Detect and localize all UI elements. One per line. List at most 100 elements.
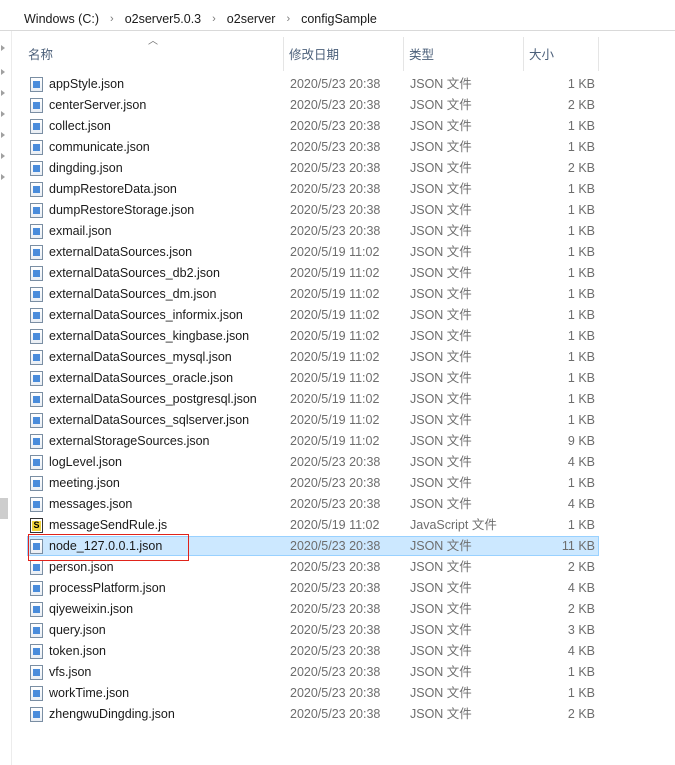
json-file-icon xyxy=(30,140,43,155)
file-row[interactable]: externalDataSources_informix.json 2020/5/… xyxy=(27,305,599,325)
file-type: JSON 文件 xyxy=(410,245,472,259)
breadcrumb-item[interactable]: o2server5.0.3 xyxy=(123,12,203,26)
column-header-type[interactable]: 类型 xyxy=(409,45,434,65)
column-divider[interactable] xyxy=(403,37,404,71)
file-row[interactable]: qiyeweixin.json 2020/5/23 20:38 JSON 文件 2 K… xyxy=(27,599,599,619)
file-row[interactable]: exmail.json 2020/5/23 20:38 JSON 文件 1 KB xyxy=(27,221,599,241)
javascript-file-icon xyxy=(30,518,43,533)
address-bar[interactable]: Windows (C:) › o2server5.0.3 › o2server › conf… xyxy=(0,0,675,31)
file-name: externalDataSources_sqlserver.json xyxy=(49,413,250,427)
file-size: 1 KB xyxy=(567,77,595,91)
file-size: 2 KB xyxy=(567,707,595,721)
json-file-icon xyxy=(30,707,43,722)
file-row[interactable]: externalDataSources_kingbase.json 2020/5/… xyxy=(27,326,599,346)
file-type: JSON 文件 xyxy=(410,413,472,427)
file-modified-date: 2020/5/23 20:38 xyxy=(290,497,381,511)
column-header-modified[interactable]: 修改日期 xyxy=(289,45,339,65)
file-modified-date: 2020/5/23 20:38 xyxy=(290,203,381,217)
file-row[interactable]: messageSendRule.js 2020/5/19 11:02 JavaScr… xyxy=(27,515,599,535)
file-row[interactable]: externalDataSources.json 2020/5/19 11:02 J… xyxy=(27,242,599,262)
column-divider[interactable] xyxy=(598,37,599,71)
file-type: JSON 文件 xyxy=(410,119,472,133)
file-modified-date: 2020/5/23 20:38 xyxy=(290,707,381,721)
file-type: JavaScript 文件 xyxy=(410,518,497,532)
file-type: JSON 文件 xyxy=(410,224,472,238)
file-row[interactable]: externalDataSources_dm.json 2020/5/19 11:… xyxy=(27,284,599,304)
file-name: logLevel.json xyxy=(49,455,122,469)
file-modified-date: 2020/5/23 20:38 xyxy=(290,581,381,595)
file-modified-date: 2020/5/23 20:38 xyxy=(290,98,381,112)
file-row[interactable]: externalDataSources_sqlserver.json 2020/5… xyxy=(27,410,599,430)
file-row[interactable]: processPlatform.json 2020/5/23 20:38 JSON … xyxy=(27,578,599,598)
file-name: externalDataSources_db2.json xyxy=(49,266,220,280)
file-size: 1 KB xyxy=(567,182,595,196)
breadcrumb-separator-icon[interactable]: › xyxy=(101,13,123,25)
expand-arrow-icon[interactable] xyxy=(1,69,5,75)
file-row[interactable]: meeting.json 2020/5/23 20:38 JSON 文件 1 KB xyxy=(27,473,599,493)
file-modified-date: 2020/5/23 20:38 xyxy=(290,140,381,154)
file-type: JSON 文件 xyxy=(410,203,472,217)
file-type: JSON 文件 xyxy=(410,77,472,91)
file-row[interactable]: appStyle.json 2020/5/23 20:38 JSON 文件 1 KB xyxy=(27,74,599,94)
file-row[interactable]: externalDataSources_mysql.json 2020/5/19 … xyxy=(27,347,599,367)
file-row[interactable]: externalDataSources_oracle.json 2020/5/19… xyxy=(27,368,599,388)
file-row[interactable]: token.json 2020/5/23 20:38 JSON 文件 4 KB xyxy=(27,641,599,661)
json-file-icon xyxy=(30,392,43,407)
file-type: JSON 文件 xyxy=(410,266,472,280)
column-divider[interactable] xyxy=(523,37,524,71)
file-row[interactable]: vfs.json 2020/5/23 20:38 JSON 文件 1 KB xyxy=(27,662,599,682)
file-type: JSON 文件 xyxy=(410,329,472,343)
breadcrumb-separator-icon[interactable]: › xyxy=(203,13,225,25)
file-row[interactable]: messages.json 2020/5/23 20:38 JSON 文件 4 KB xyxy=(27,494,599,514)
expand-arrow-icon[interactable] xyxy=(1,45,5,51)
file-type: JSON 文件 xyxy=(410,560,472,574)
breadcrumb-item[interactable]: Windows (C:) xyxy=(22,12,101,26)
file-row[interactable]: workTime.json 2020/5/23 20:38 JSON 文件 1 KB xyxy=(27,683,599,703)
file-name: communicate.json xyxy=(49,140,150,154)
file-type: JSON 文件 xyxy=(410,707,472,721)
navigation-scrollbar-thumb[interactable] xyxy=(0,498,8,519)
file-row[interactable]: externalStorageSources.json 2020/5/19 11:… xyxy=(27,431,599,451)
file-name: dumpRestoreData.json xyxy=(49,182,177,196)
json-file-icon xyxy=(30,623,43,638)
file-size: 1 KB xyxy=(567,245,595,259)
column-divider[interactable] xyxy=(283,37,284,71)
file-name: token.json xyxy=(49,644,106,658)
file-row[interactable]: logLevel.json 2020/5/23 20:38 JSON 文件 4 KB xyxy=(27,452,599,472)
file-name: exmail.json xyxy=(49,224,112,238)
file-row[interactable]: centerServer.json 2020/5/23 20:38 JSON 文件 2… xyxy=(27,95,599,115)
breadcrumb-item[interactable]: o2server xyxy=(225,12,278,26)
expand-arrow-icon[interactable] xyxy=(1,90,5,96)
file-modified-date: 2020/5/23 20:38 xyxy=(290,224,381,238)
breadcrumb-item[interactable]: configSample xyxy=(299,12,379,26)
expand-arrow-icon[interactable] xyxy=(1,153,5,159)
column-header-size[interactable]: 大小 xyxy=(529,45,554,65)
file-row[interactable]: communicate.json 2020/5/23 20:38 JSON 文件 1 … xyxy=(27,137,599,157)
expand-arrow-icon[interactable] xyxy=(1,111,5,117)
file-modified-date: 2020/5/23 20:38 xyxy=(290,182,381,196)
file-row[interactable]: dumpRestoreStorage.json 2020/5/23 20:38 JS… xyxy=(27,200,599,220)
file-name: dingding.json xyxy=(49,161,123,175)
expand-arrow-icon[interactable] xyxy=(1,174,5,180)
file-row[interactable]: zhengwuDingding.json 2020/5/23 20:38 JSON … xyxy=(27,704,599,724)
file-size: 4 KB xyxy=(567,581,595,595)
file-row[interactable]: dumpRestoreData.json 2020/5/23 20:38 JSON … xyxy=(27,179,599,199)
file-name: dumpRestoreStorage.json xyxy=(49,203,195,217)
file-size: 2 KB xyxy=(567,602,595,616)
file-modified-date: 2020/5/23 20:38 xyxy=(290,623,381,637)
file-row[interactable]: query.json 2020/5/23 20:38 JSON 文件 3 KB xyxy=(27,620,599,640)
file-type: JSON 文件 xyxy=(410,665,472,679)
file-size: 4 KB xyxy=(567,644,595,658)
column-header-name[interactable]: 名称 xyxy=(28,45,53,65)
breadcrumb-separator-icon[interactable]: › xyxy=(277,13,299,25)
file-row[interactable]: collect.json 2020/5/23 20:38 JSON 文件 1 KB xyxy=(27,116,599,136)
file-name: messages.json xyxy=(49,497,133,511)
file-name: externalDataSources_informix.json xyxy=(49,308,243,322)
expand-arrow-icon[interactable] xyxy=(1,132,5,138)
file-modified-date: 2020/5/19 11:02 xyxy=(290,350,380,364)
file-row[interactable]: dingding.json 2020/5/23 20:38 JSON 文件 2 KB xyxy=(27,158,599,178)
file-row[interactable]: externalDataSources_db2.json 2020/5/19 11… xyxy=(27,263,599,283)
file-row[interactable]: externalDataSources_postgresql.json 2020/… xyxy=(27,389,599,409)
file-modified-date: 2020/5/23 20:38 xyxy=(290,644,381,658)
file-name: query.json xyxy=(49,623,106,637)
